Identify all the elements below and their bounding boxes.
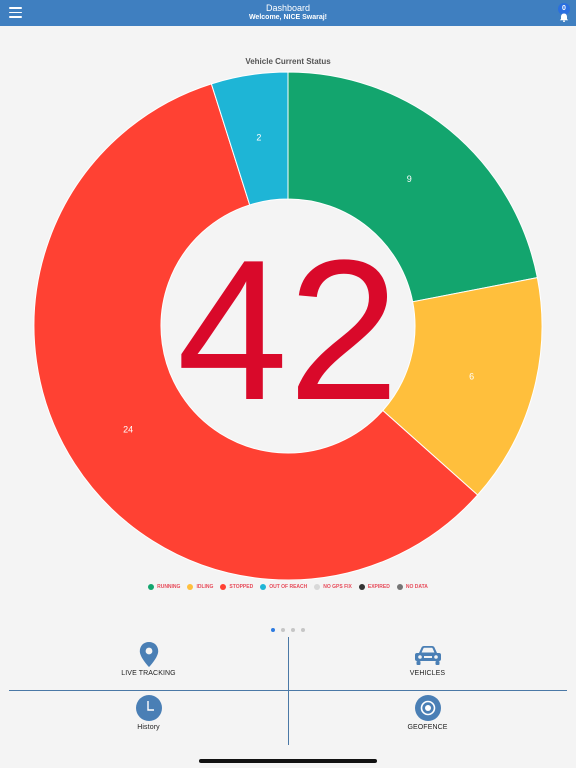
legend-item-out-of-reach[interactable]: OUT OF REACH <box>260 584 307 590</box>
slice-label-out-of-reach: 2 <box>256 133 261 143</box>
legend-dot <box>220 584 227 590</box>
live-tracking-label: LIVE TRACKING <box>121 670 176 677</box>
dashboard-tiles: LIVE TRACKING VEHICLES History GEOFENCE <box>9 637 567 745</box>
map-pin-icon <box>139 642 158 667</box>
geofence-icon <box>414 695 441 721</box>
geofence-tile[interactable]: GEOFENCE <box>288 691 567 744</box>
legend-item-no-data[interactable]: NO DATA <box>396 584 428 590</box>
legend-label: IDLING <box>196 584 214 590</box>
legend-label: EXPIRED <box>367 584 390 590</box>
history-label: History <box>137 724 160 731</box>
legend-label: RUNNING <box>157 584 181 590</box>
legend-item-no-gps-fix[interactable]: NO GPS FIX <box>314 584 352 590</box>
vehicles-label: VEHICLES <box>409 670 446 677</box>
legend-item-idling[interactable]: IDLING <box>187 584 213 590</box>
slice-label-idling: 6 <box>469 371 474 381</box>
home-indicator <box>199 759 377 763</box>
clock-icon <box>135 695 162 721</box>
app-header: Dashboard Welcome, NICE Swaraj! 0 <box>0 0 576 26</box>
page-dot-2[interactable] <box>281 628 285 632</box>
bell-icon <box>559 13 569 22</box>
legend-dot <box>148 584 155 590</box>
page-dot-1[interactable] <box>271 628 275 632</box>
legend-dot <box>187 584 194 590</box>
legend-label: OUT OF REACH <box>269 584 308 590</box>
legend-label: STOPPED <box>229 584 254 590</box>
car-icon <box>414 646 441 665</box>
legend-dot <box>396 584 403 590</box>
geofence-label: GEOFENCE <box>407 724 448 731</box>
legend-item-running[interactable]: RUNNING <box>148 584 180 590</box>
live-tracking-tile[interactable]: LIVE TRACKING <box>9 637 288 690</box>
welcome-text: Welcome, NICE Swaraj! <box>248 14 328 21</box>
chart-title: Vehicle Current Status <box>245 57 331 66</box>
legend-dot <box>314 584 321 590</box>
legend-item-stopped[interactable]: STOPPED <box>220 584 253 590</box>
chart-legend: RUNNING IDLING STOPPED OUT OF REACH NO GPS F… <box>0 584 576 590</box>
history-tile[interactable]: History <box>9 691 288 744</box>
page-dot-4[interactable] <box>301 628 305 632</box>
slice-label-running: 9 <box>407 174 412 184</box>
legend-dot <box>260 584 267 590</box>
total-vehicles-count: 42 <box>177 219 399 442</box>
vehicles-tile[interactable]: VEHICLES <box>288 637 567 690</box>
page-dot-3[interactable] <box>291 628 295 632</box>
legend-dot <box>358 584 365 590</box>
page-indicator <box>0 628 576 632</box>
legend-item-expired[interactable]: EXPIRED <box>358 584 390 590</box>
notifications-button[interactable]: 0 <box>556 3 572 23</box>
vehicle-status-chart: Vehicle Current Status 9 6 24 2 42 <box>33 57 543 580</box>
slice-label-stopped: 24 <box>123 425 133 435</box>
page-title: Dashboard <box>265 3 311 13</box>
legend-label: NO DATA <box>405 584 428 590</box>
header-titles: Dashboard Welcome, NICE Swaraj! <box>0 3 576 22</box>
legend-label: NO GPS FIX <box>323 584 352 590</box>
